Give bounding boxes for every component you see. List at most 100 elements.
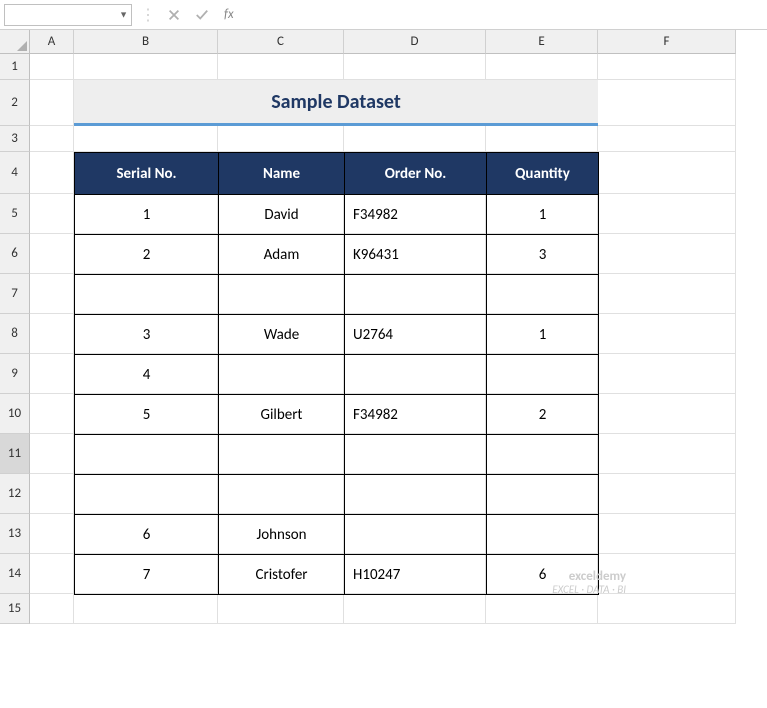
cell[interactable]: [30, 514, 74, 554]
cell[interactable]: [30, 152, 74, 194]
table-cell[interactable]: [345, 475, 487, 515]
table-header[interactable]: Order No.: [345, 153, 487, 195]
cell[interactable]: [30, 354, 74, 394]
cell[interactable]: [598, 314, 736, 354]
table-cell[interactable]: [345, 435, 487, 475]
row-header-14[interactable]: 14: [0, 554, 30, 594]
cell[interactable]: [598, 434, 736, 474]
col-header-D[interactable]: D: [344, 30, 486, 54]
cell[interactable]: [598, 54, 736, 80]
row-header-9[interactable]: 9: [0, 354, 30, 394]
table-cell[interactable]: [75, 435, 219, 475]
table-cell[interactable]: [345, 355, 487, 395]
table-cell[interactable]: [219, 435, 345, 475]
cell[interactable]: [598, 594, 736, 624]
table-cell[interactable]: 1: [75, 195, 219, 235]
cell[interactable]: [218, 126, 344, 152]
cell[interactable]: [30, 234, 74, 274]
table-cell[interactable]: [487, 435, 599, 475]
table-cell[interactable]: 3: [75, 315, 219, 355]
table-cell[interactable]: [219, 275, 345, 315]
table-cell[interactable]: Cristofer: [219, 555, 345, 595]
table-cell[interactable]: U2764: [345, 315, 487, 355]
table-cell[interactable]: [75, 275, 219, 315]
row-header-2[interactable]: 2: [0, 80, 30, 126]
row-header-1[interactable]: 1: [0, 54, 30, 80]
table-header[interactable]: Name: [219, 153, 345, 195]
table-cell[interactable]: [487, 475, 599, 515]
table-cell[interactable]: 2: [487, 395, 599, 435]
cell[interactable]: [30, 80, 74, 126]
table-cell[interactable]: [219, 355, 345, 395]
col-header-F[interactable]: F: [598, 30, 736, 54]
row-header-8[interactable]: 8: [0, 314, 30, 354]
table-cell[interactable]: 2: [75, 235, 219, 275]
cell[interactable]: [598, 514, 736, 554]
table-cell[interactable]: 1: [487, 315, 599, 355]
cell[interactable]: [30, 314, 74, 354]
cell[interactable]: [598, 152, 736, 194]
table-cell[interactable]: Gilbert: [219, 395, 345, 435]
cell[interactable]: [344, 54, 486, 80]
table-cell[interactable]: [345, 275, 487, 315]
cell[interactable]: [30, 594, 74, 624]
cell[interactable]: [598, 274, 736, 314]
col-header-A[interactable]: A: [30, 30, 74, 54]
table-cell[interactable]: [219, 475, 345, 515]
table-header[interactable]: Quantity: [487, 153, 599, 195]
chevron-down-icon[interactable]: ▼: [119, 9, 128, 20]
table-cell[interactable]: [487, 515, 599, 555]
col-header-C[interactable]: C: [218, 30, 344, 54]
cell[interactable]: [30, 126, 74, 152]
table-cell[interactable]: [345, 515, 487, 555]
cell[interactable]: [30, 54, 74, 80]
fx-label[interactable]: fx: [224, 7, 234, 22]
table-cell[interactable]: [487, 275, 599, 315]
cell[interactable]: [486, 126, 598, 152]
enter-icon[interactable]: [192, 5, 212, 25]
row-header-4[interactable]: 4: [0, 152, 30, 194]
table-cell[interactable]: 4: [75, 355, 219, 395]
table-cell[interactable]: H10247: [345, 555, 487, 595]
row-header-13[interactable]: 13: [0, 514, 30, 554]
cell[interactable]: [344, 126, 486, 152]
table-cell[interactable]: 1: [487, 195, 599, 235]
name-box[interactable]: ▼: [4, 4, 132, 26]
col-header-E[interactable]: E: [486, 30, 598, 54]
cells-area[interactable]: Sample Dataset Serial No.NameOrder No.Qu…: [30, 54, 736, 624]
select-all-corner[interactable]: [0, 30, 30, 54]
table-cell[interactable]: Adam: [219, 235, 345, 275]
table-cell[interactable]: Wade: [219, 315, 345, 355]
cell[interactable]: [30, 554, 74, 594]
table-cell[interactable]: 7: [75, 555, 219, 595]
cell[interactable]: [344, 594, 486, 624]
cell[interactable]: [598, 194, 736, 234]
col-header-B[interactable]: B: [74, 30, 218, 54]
cell[interactable]: [486, 54, 598, 80]
table-cell[interactable]: 6: [75, 515, 219, 555]
table-cell[interactable]: 3: [487, 235, 599, 275]
cell[interactable]: [30, 274, 74, 314]
row-header-12[interactable]: 12: [0, 474, 30, 514]
row-header-11[interactable]: 11: [0, 434, 30, 474]
table-cell[interactable]: [75, 475, 219, 515]
cell[interactable]: [598, 234, 736, 274]
cell[interactable]: [30, 394, 74, 434]
cell[interactable]: [30, 194, 74, 234]
cell[interactable]: [598, 80, 736, 126]
row-header-6[interactable]: 6: [0, 234, 30, 274]
cell[interactable]: [74, 54, 218, 80]
cell[interactable]: [74, 594, 218, 624]
cell[interactable]: [30, 434, 74, 474]
table-cell[interactable]: F34982: [345, 195, 487, 235]
cell[interactable]: [218, 54, 344, 80]
cancel-icon[interactable]: [164, 5, 184, 25]
cell[interactable]: [30, 474, 74, 514]
row-header-5[interactable]: 5: [0, 194, 30, 234]
cell[interactable]: [598, 394, 736, 434]
row-header-3[interactable]: 3: [0, 126, 30, 152]
row-header-7[interactable]: 7: [0, 274, 30, 314]
cell[interactable]: [74, 126, 218, 152]
table-cell[interactable]: David: [219, 195, 345, 235]
table-cell[interactable]: Johnson: [219, 515, 345, 555]
